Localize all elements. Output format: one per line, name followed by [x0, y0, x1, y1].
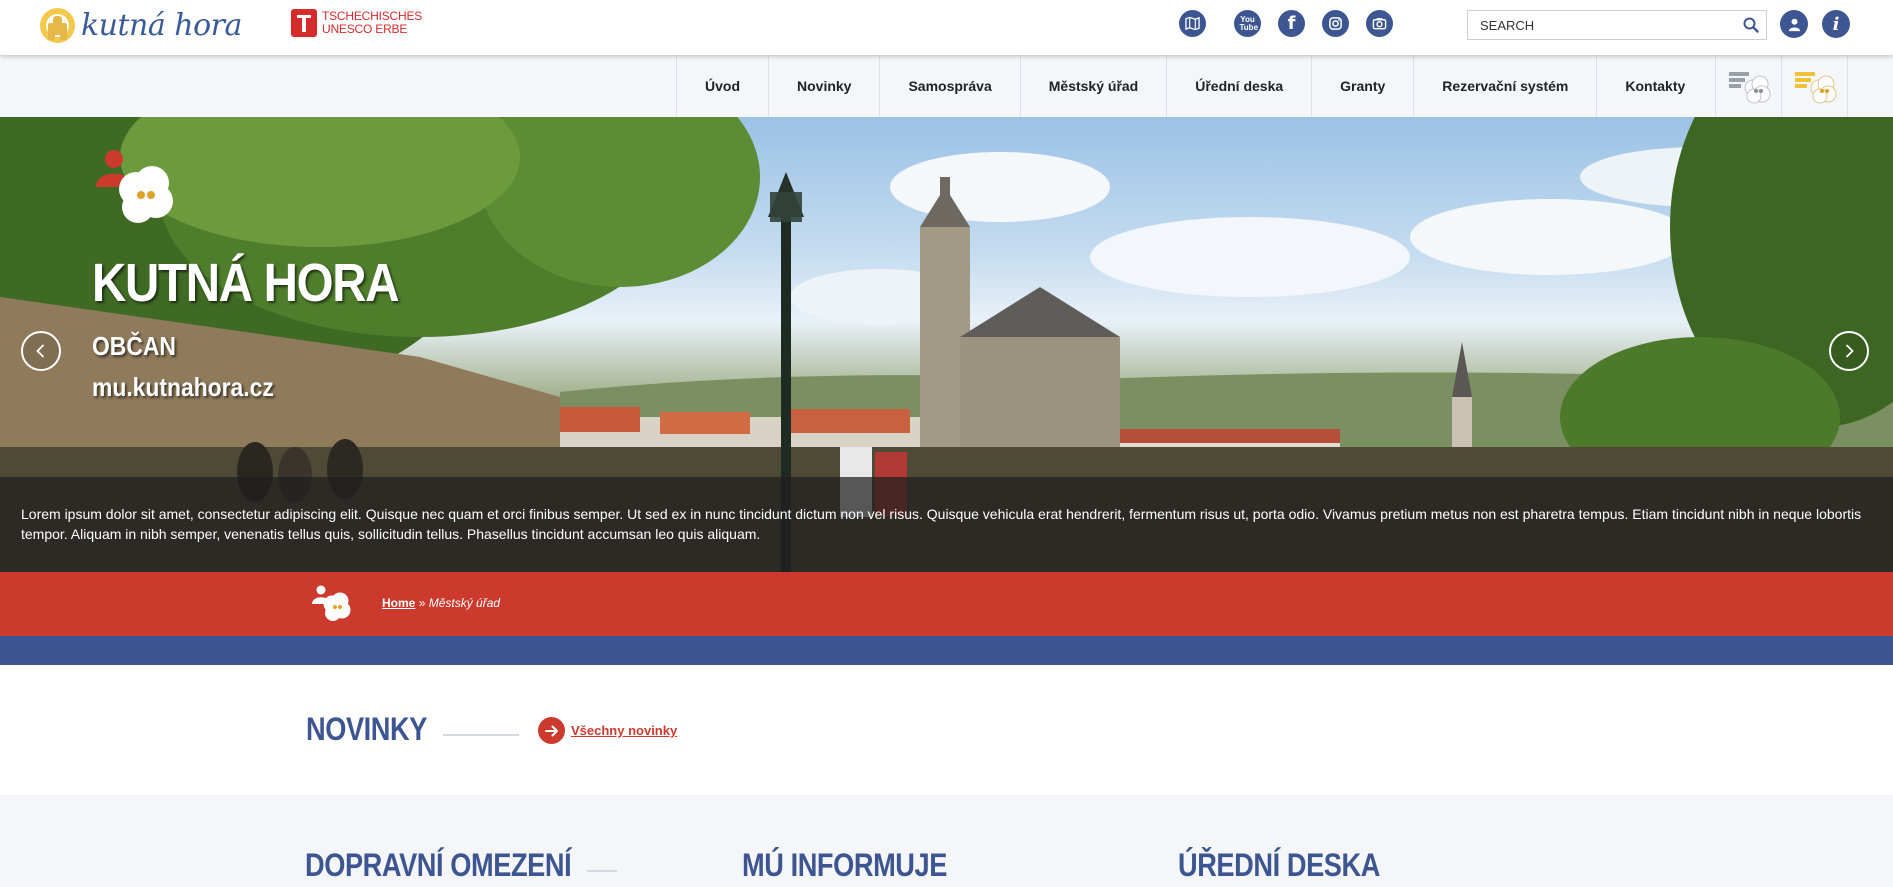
unesco-line-2: UNESCO ERBE: [322, 22, 408, 36]
chevron-right-icon: [1845, 344, 1854, 358]
breadcrumb-separator: »: [418, 596, 426, 610]
breadcrumb-band: Home » Městský úřad: [0, 572, 1893, 636]
uredni-deska-title: ÚŘEDNÍ DESKA: [1178, 847, 1380, 883]
search-icon[interactable]: [1742, 16, 1760, 34]
nav-item-rezervacni-system[interactable]: Rezervační systém: [1413, 55, 1596, 117]
dopravni-omezeni-title: DOPRAVNÍ OMEZENÍ: [305, 847, 572, 883]
mu-informuje-title: MÚ INFORMUJE: [742, 847, 947, 883]
slider-prev-button[interactable]: [21, 331, 61, 371]
breadcrumb-icon: [310, 582, 354, 631]
unesco-logo[interactable]: TSCHECHISCHES UNESCO ERBE: [291, 9, 422, 37]
tourist-section-icon[interactable]: [1782, 55, 1848, 117]
facebook-icon[interactable]: f: [1278, 10, 1305, 37]
info-columns: DOPRAVNÍ OMEZENÍ MÚ INFORMUJE ÚŘEDNÍ DES…: [0, 795, 1893, 887]
search-box: [1467, 10, 1767, 40]
info-icon[interactable]: i: [1822, 10, 1850, 38]
user-icon[interactable]: [1780, 10, 1808, 38]
chevron-left-icon: [36, 344, 45, 358]
all-news-link[interactable]: Všechny novinky: [538, 717, 677, 744]
blue-divider: [0, 636, 1893, 665]
camera-icon[interactable]: [1366, 10, 1393, 37]
nav-item-samosprava[interactable]: Samospráva: [879, 55, 1019, 117]
main-navigation: Úvod Novinky Samospráva Městský úřad Úře…: [0, 55, 1893, 117]
nav-item-granty[interactable]: Granty: [1311, 55, 1413, 117]
citizen-section-icon: [92, 145, 182, 240]
arrow-right-icon: [538, 717, 565, 744]
top-bar: kutná hora TSCHECHISCHES UNESCO ERBE You…: [0, 0, 1893, 55]
breadcrumb-current: Městský úřad: [428, 596, 501, 610]
unesco-icon: [291, 9, 317, 37]
all-news-link-label: Všechny novinky: [571, 723, 678, 738]
hero-subtitle: OBČAN: [92, 331, 176, 361]
breadcrumb-home-link[interactable]: Home: [382, 596, 415, 610]
youtube-icon[interactable]: You Tube: [1234, 10, 1261, 37]
logo-icon: [40, 7, 75, 43]
nav-menu: Úvod Novinky Samospráva Městský úřad Úře…: [676, 55, 1713, 117]
nav-item-uvod[interactable]: Úvod: [676, 55, 768, 117]
dopravni-omezeni-line: [587, 870, 617, 872]
nav-item-novinky[interactable]: Novinky: [768, 55, 879, 117]
nav-item-mestsky-urad[interactable]: Městský úřad: [1019, 55, 1166, 117]
nav-item-uredni-deska[interactable]: Úřední deska: [1166, 55, 1311, 117]
map-icon[interactable]: [1179, 10, 1206, 37]
site-logo[interactable]: kutná hora: [40, 5, 242, 45]
nav-item-kontakty[interactable]: Kontakty: [1596, 55, 1713, 117]
hero-caption: Lorem ipsum dolor sit amet, consectetur …: [0, 477, 1893, 572]
slider-next-button[interactable]: [1829, 331, 1869, 371]
unesco-line-1: TSCHECHISCHES: [322, 9, 423, 23]
breadcrumb: Home » Městský úřad: [382, 596, 500, 610]
novinky-title-line: [443, 734, 519, 736]
hero-url: mu.kutnahora.cz: [92, 372, 274, 402]
instagram-icon[interactable]: [1322, 10, 1349, 37]
logo-text: kutná hora: [81, 7, 242, 43]
business-section-icon[interactable]: [1716, 55, 1782, 117]
novinky-title: NOVINKY: [306, 711, 427, 747]
search-input[interactable]: [1468, 11, 1728, 39]
hero-slider: KUTNÁ HORA OBČAN mu.kutnahora.cz Lorem i…: [0, 117, 1893, 572]
hero-title: KUTNÁ HORA: [92, 253, 400, 313]
